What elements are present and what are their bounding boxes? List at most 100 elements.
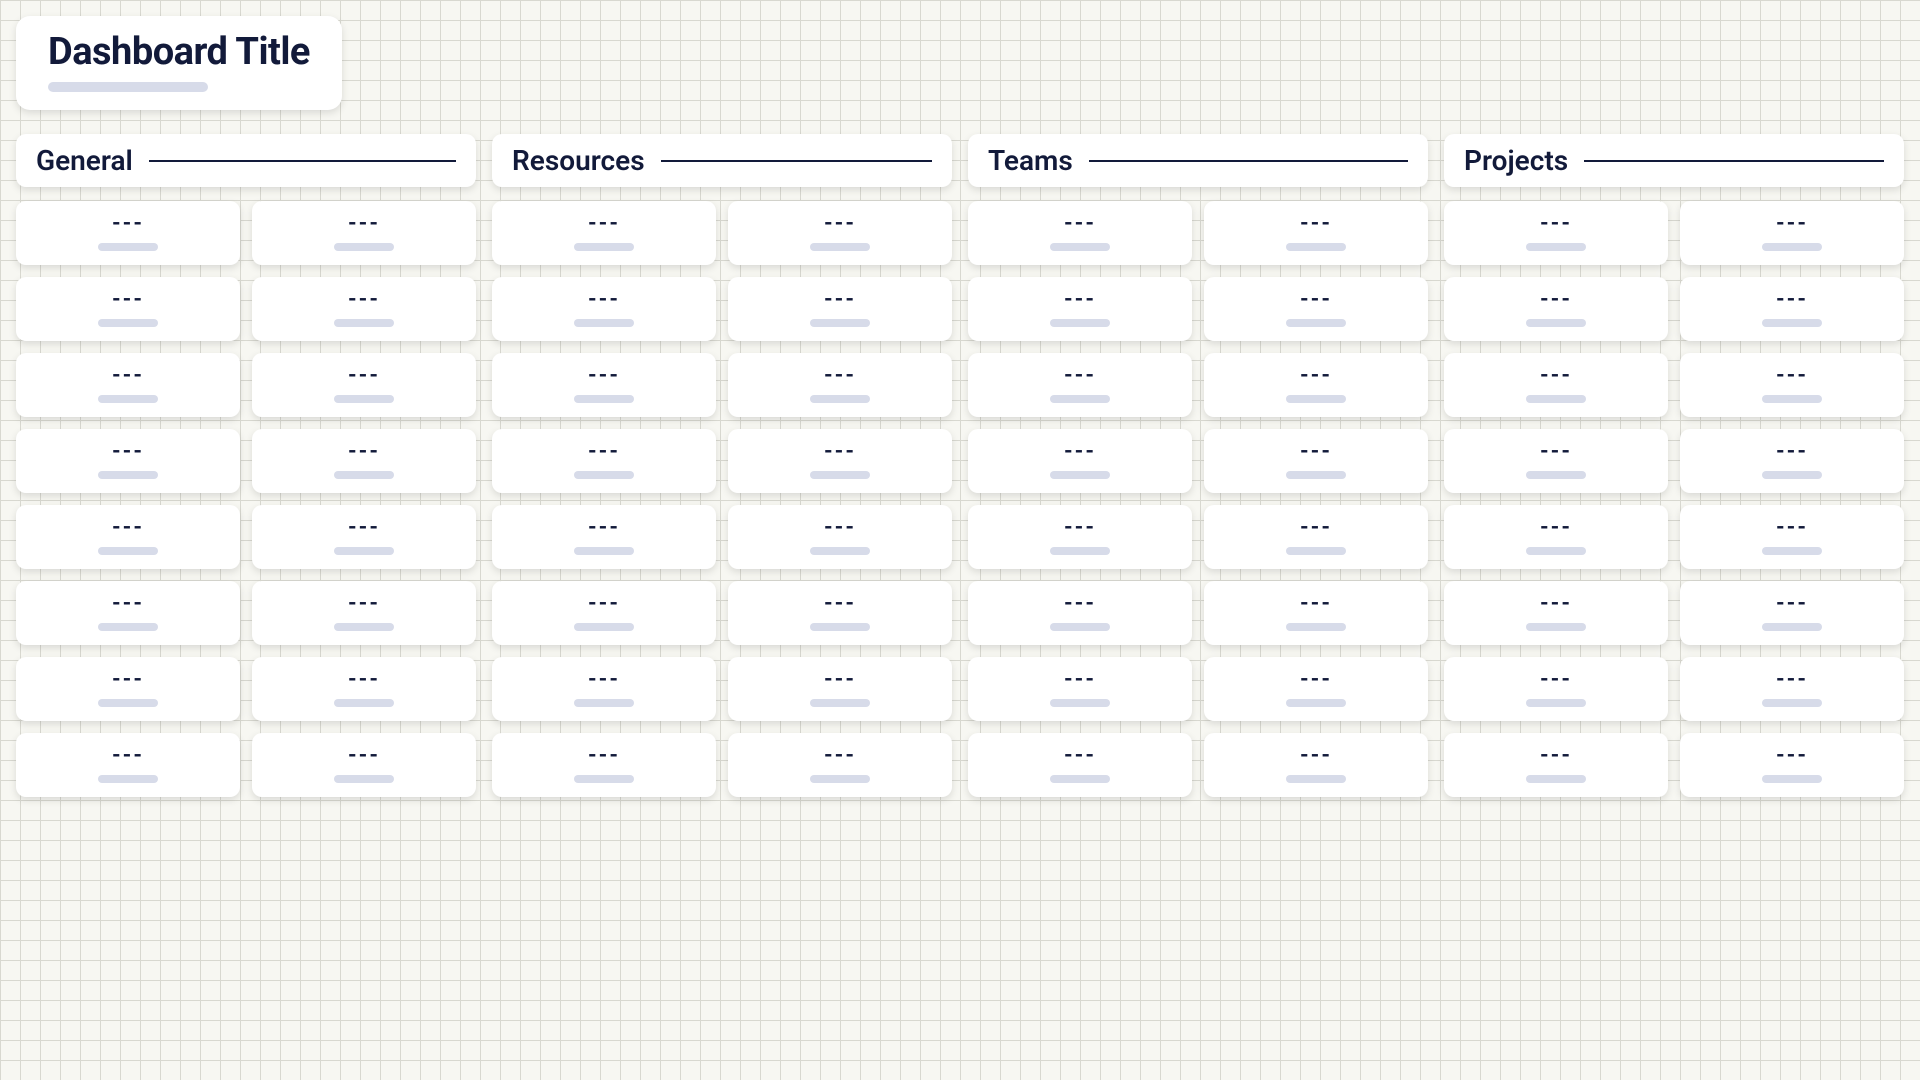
metric-label-placeholder xyxy=(574,623,634,631)
metric-card[interactable]: --- xyxy=(252,581,476,645)
metric-card[interactable]: --- xyxy=(16,505,240,569)
metric-card[interactable]: --- xyxy=(492,657,716,721)
metric-card[interactable]: --- xyxy=(252,657,476,721)
metric-value: --- xyxy=(112,593,144,615)
metric-card[interactable]: --- xyxy=(968,581,1192,645)
metric-card[interactable]: --- xyxy=(728,429,952,493)
metric-label-placeholder xyxy=(1050,547,1110,555)
metric-label-placeholder xyxy=(334,775,394,783)
metric-card[interactable]: --- xyxy=(1680,581,1904,645)
metric-label-placeholder xyxy=(1286,775,1346,783)
section-cards-resources: ----------------------------------------… xyxy=(492,201,952,797)
metric-card[interactable]: --- xyxy=(1444,353,1668,417)
section-header-resources: Resources xyxy=(492,134,952,187)
metric-card[interactable]: --- xyxy=(1680,353,1904,417)
metric-card[interactable]: --- xyxy=(1204,201,1428,265)
metric-label-placeholder xyxy=(1762,243,1822,251)
metric-value: --- xyxy=(824,745,856,767)
metric-value: --- xyxy=(824,593,856,615)
metric-card[interactable]: --- xyxy=(1680,201,1904,265)
metric-card[interactable]: --- xyxy=(1444,201,1668,265)
metric-value: --- xyxy=(1300,517,1332,539)
metric-card[interactable]: --- xyxy=(1444,657,1668,721)
metric-card[interactable]: --- xyxy=(728,581,952,645)
metric-card[interactable]: --- xyxy=(252,201,476,265)
metric-card[interactable]: --- xyxy=(1204,429,1428,493)
metric-card[interactable]: --- xyxy=(16,353,240,417)
metric-card[interactable]: --- xyxy=(728,657,952,721)
metric-card[interactable]: --- xyxy=(968,505,1192,569)
metric-label-placeholder xyxy=(334,547,394,555)
metric-card[interactable]: --- xyxy=(1444,733,1668,797)
metric-card[interactable]: --- xyxy=(16,429,240,493)
metric-card[interactable]: --- xyxy=(1204,353,1428,417)
section-rule xyxy=(661,160,932,162)
metric-card[interactable]: --- xyxy=(252,733,476,797)
metric-value: --- xyxy=(348,745,380,767)
metric-card[interactable]: --- xyxy=(728,733,952,797)
metric-card[interactable]: --- xyxy=(728,277,952,341)
metric-card[interactable]: --- xyxy=(1204,733,1428,797)
metric-card[interactable]: --- xyxy=(252,277,476,341)
metric-card[interactable]: --- xyxy=(1444,581,1668,645)
metric-card[interactable]: --- xyxy=(1204,581,1428,645)
metric-card[interactable]: --- xyxy=(252,429,476,493)
metric-card[interactable]: --- xyxy=(252,505,476,569)
metric-card[interactable]: --- xyxy=(1680,429,1904,493)
metric-value: --- xyxy=(824,441,856,463)
metric-card[interactable]: --- xyxy=(16,657,240,721)
metric-card[interactable]: --- xyxy=(1680,505,1904,569)
metric-card[interactable]: --- xyxy=(968,657,1192,721)
metric-label-placeholder xyxy=(1526,319,1586,327)
metric-card[interactable]: --- xyxy=(1204,657,1428,721)
metric-value: --- xyxy=(1540,289,1572,311)
metric-card[interactable]: --- xyxy=(1680,657,1904,721)
metric-card[interactable]: --- xyxy=(16,581,240,645)
metric-card[interactable]: --- xyxy=(968,277,1192,341)
metric-label-placeholder xyxy=(1526,395,1586,403)
metric-card[interactable]: --- xyxy=(1444,505,1668,569)
metric-label-placeholder xyxy=(1762,395,1822,403)
metric-card[interactable]: --- xyxy=(16,277,240,341)
metric-card[interactable]: --- xyxy=(968,429,1192,493)
metric-value: --- xyxy=(348,289,380,311)
metric-card[interactable]: --- xyxy=(252,353,476,417)
metric-card[interactable]: --- xyxy=(492,277,716,341)
metric-card[interactable]: --- xyxy=(492,353,716,417)
metric-card[interactable]: --- xyxy=(492,581,716,645)
metric-card[interactable]: --- xyxy=(492,505,716,569)
section-general: General --------------------------------… xyxy=(16,134,476,797)
metric-card[interactable]: --- xyxy=(1204,505,1428,569)
metric-card[interactable]: --- xyxy=(492,201,716,265)
metric-card[interactable]: --- xyxy=(1444,429,1668,493)
metric-card[interactable]: --- xyxy=(16,733,240,797)
metric-value: --- xyxy=(588,745,620,767)
metric-label-placeholder xyxy=(1050,699,1110,707)
metric-value: --- xyxy=(348,441,380,463)
metric-card[interactable]: --- xyxy=(1444,277,1668,341)
metric-label-placeholder xyxy=(574,547,634,555)
metric-value: --- xyxy=(1776,213,1808,235)
metric-label-placeholder xyxy=(98,775,158,783)
metric-card[interactable]: --- xyxy=(968,733,1192,797)
metric-card[interactable]: --- xyxy=(968,201,1192,265)
metric-card[interactable]: --- xyxy=(728,505,952,569)
section-rule xyxy=(149,160,456,162)
metric-card[interactable]: --- xyxy=(728,353,952,417)
metric-value: --- xyxy=(824,213,856,235)
metric-card[interactable]: --- xyxy=(492,733,716,797)
section-cards-teams: ----------------------------------------… xyxy=(968,201,1428,797)
metric-card[interactable]: --- xyxy=(1680,277,1904,341)
metric-card[interactable]: --- xyxy=(728,201,952,265)
metric-label-placeholder xyxy=(1526,547,1586,555)
metric-card[interactable]: --- xyxy=(492,429,716,493)
section-rule xyxy=(1089,160,1408,162)
metric-card[interactable]: --- xyxy=(1680,733,1904,797)
metric-card[interactable]: --- xyxy=(1204,277,1428,341)
metric-label-placeholder xyxy=(334,699,394,707)
metric-card[interactable]: --- xyxy=(16,201,240,265)
metric-value: --- xyxy=(1064,365,1096,387)
metric-value: --- xyxy=(112,441,144,463)
metric-value: --- xyxy=(1540,517,1572,539)
metric-card[interactable]: --- xyxy=(968,353,1192,417)
